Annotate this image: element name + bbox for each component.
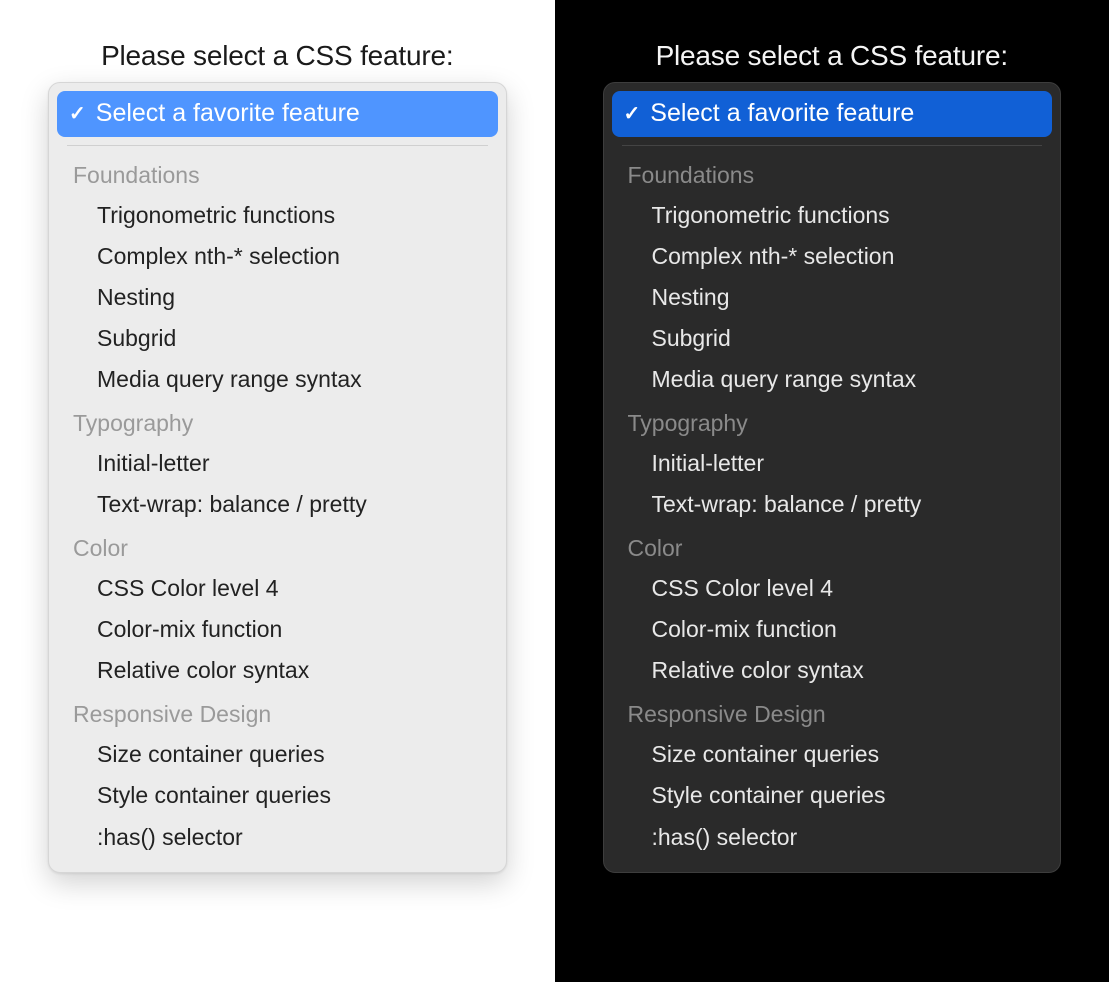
option-item[interactable]: Initial-letter — [618, 443, 1047, 484]
optgroup-label: Color — [618, 525, 1047, 568]
option-item[interactable]: Text-wrap: balance / pretty — [618, 484, 1047, 525]
dark-mode-pane: Please select a CSS feature: ✓ Select a … — [555, 0, 1109, 982]
option-item[interactable]: Text-wrap: balance / pretty — [63, 484, 492, 525]
option-item[interactable]: Subgrid — [63, 318, 492, 359]
option-item[interactable]: Trigonometric functions — [63, 195, 492, 236]
select-popup[interactable]: ✓ Select a favorite feature Foundations … — [603, 82, 1062, 873]
select-popup[interactable]: ✓ Select a favorite feature Foundations … — [48, 82, 507, 873]
option-item[interactable]: Media query range syntax — [63, 359, 492, 400]
selected-option-label: Select a favorite feature — [650, 97, 914, 131]
option-item[interactable]: Relative color syntax — [63, 650, 492, 691]
select-prompt-label: Please select a CSS feature: — [101, 40, 453, 72]
option-item[interactable]: Complex nth-* selection — [63, 236, 492, 277]
option-item[interactable]: Trigonometric functions — [618, 195, 1047, 236]
optgroup-label: Responsive Design — [63, 691, 492, 734]
option-item[interactable]: :has() selector — [63, 817, 492, 858]
option-item[interactable]: Size container queries — [618, 734, 1047, 775]
option-item[interactable]: Initial-letter — [63, 443, 492, 484]
option-item[interactable]: :has() selector — [618, 817, 1047, 858]
option-item[interactable]: Color-mix function — [618, 609, 1047, 650]
optgroup-label: Responsive Design — [618, 691, 1047, 734]
option-item[interactable]: Color-mix function — [63, 609, 492, 650]
select-prompt-label: Please select a CSS feature: — [656, 40, 1008, 72]
option-item[interactable]: Nesting — [618, 277, 1047, 318]
optgroup-label: Color — [63, 525, 492, 568]
option-item[interactable]: Style container queries — [618, 775, 1047, 816]
option-group-list: Foundations Trigonometric functions Comp… — [612, 152, 1053, 864]
optgroup-label: Foundations — [618, 152, 1047, 195]
optgroup-label: Typography — [63, 400, 492, 443]
selected-option[interactable]: ✓ Select a favorite feature — [612, 91, 1053, 137]
optgroup-label: Typography — [618, 400, 1047, 443]
option-item[interactable]: Nesting — [63, 277, 492, 318]
selected-option[interactable]: ✓ Select a favorite feature — [57, 91, 498, 137]
divider — [622, 145, 1043, 146]
checkmark-icon: ✓ — [69, 104, 86, 124]
option-item[interactable]: Relative color syntax — [618, 650, 1047, 691]
option-item[interactable]: Subgrid — [618, 318, 1047, 359]
option-item[interactable]: CSS Color level 4 — [618, 568, 1047, 609]
option-group-list: Foundations Trigonometric functions Comp… — [57, 152, 498, 864]
optgroup-label: Foundations — [63, 152, 492, 195]
option-item[interactable]: CSS Color level 4 — [63, 568, 492, 609]
option-item[interactable]: Complex nth-* selection — [618, 236, 1047, 277]
option-item[interactable]: Style container queries — [63, 775, 492, 816]
option-item[interactable]: Size container queries — [63, 734, 492, 775]
selected-option-label: Select a favorite feature — [96, 97, 360, 131]
checkmark-icon: ✓ — [624, 104, 641, 124]
light-mode-pane: Please select a CSS feature: ✓ Select a … — [0, 0, 555, 982]
option-item[interactable]: Media query range syntax — [618, 359, 1047, 400]
divider — [67, 145, 488, 146]
